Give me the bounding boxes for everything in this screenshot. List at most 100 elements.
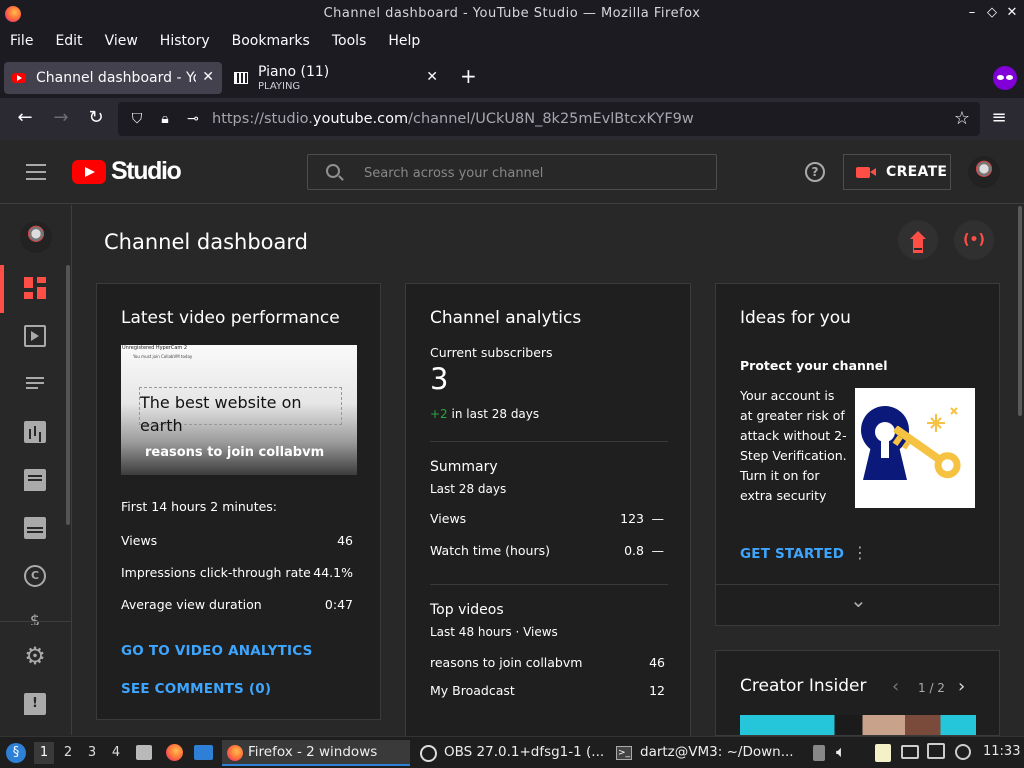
feedback-icon[interactable]: ! — [24, 693, 46, 715]
forward-button[interactable]: → — [50, 108, 72, 128]
notifications-icon[interactable] — [927, 743, 945, 759]
workspace-1[interactable]: 1 — [34, 742, 54, 764]
go-to-video-analytics-link[interactable]: GO TO VIDEO ANALYTICS — [121, 643, 313, 659]
subtitles-icon[interactable] — [24, 517, 46, 539]
youtube-logo-icon[interactable] — [72, 160, 106, 184]
desktop-icon[interactable] — [194, 745, 213, 760]
channel-avatar[interactable] — [20, 221, 52, 253]
tab-title: Piano (11) — [258, 63, 330, 80]
top-video-title[interactable]: reasons to join collabvm — [430, 655, 582, 670]
lock-icon[interactable]: 🔒︎ — [156, 111, 174, 127]
menu-view[interactable]: View — [105, 33, 138, 49]
app-menu-button[interactable]: ≡ — [988, 108, 1010, 128]
menu-history[interactable]: History — [160, 33, 210, 49]
top-videos-period: Last 48 hours · Views — [430, 625, 558, 639]
reload-button[interactable]: ↻ — [85, 108, 107, 128]
subscribers-change: +2 in last 28 days — [430, 407, 540, 421]
create-button[interactable]: CREATE — [843, 154, 951, 190]
card-title: Creator Insider — [740, 676, 867, 696]
top-video-views: 46 — [649, 655, 665, 670]
close-window-button[interactable]: ✕ — [1004, 5, 1020, 20]
tab-piano[interactable]: Piano (11) PLAYING ✕ — [226, 62, 446, 94]
next-page-icon[interactable]: › — [958, 676, 965, 697]
file-manager-icon[interactable] — [136, 745, 152, 760]
start-menu-icon[interactable]: § — [6, 743, 26, 763]
playlists-icon[interactable] — [24, 373, 46, 395]
see-comments-link[interactable]: SEE COMMENTS (0) — [121, 681, 271, 697]
workspace-3[interactable]: 3 — [82, 742, 102, 764]
comments-icon[interactable] — [24, 469, 46, 491]
workspace-2[interactable]: 2 — [58, 742, 78, 764]
navigation-toolbar: ← → ↻ ⛉ 🔒︎ ⊸ https://studio.youtube.com/… — [0, 98, 1024, 140]
firefox-launcher-icon[interactable] — [166, 744, 183, 761]
page-title: Channel dashboard — [104, 230, 308, 254]
insider-video-thumbnail[interactable] — [740, 715, 976, 735]
page-scrollbar[interactable] — [1018, 206, 1022, 416]
firefox-icon — [227, 745, 243, 761]
card-title: Ideas for you — [740, 308, 851, 328]
hamburger-menu-icon[interactable] — [26, 164, 46, 180]
tab-title: Channel dashboard - YouTube Studio — [36, 70, 196, 86]
settings-gear-icon[interactable]: ⚙ — [24, 644, 46, 668]
close-tab-button[interactable]: ✕ — [426, 69, 438, 85]
taskbar-item-obs[interactable]: OBS 27.0.1+dfsg1-1 (... — [420, 740, 606, 766]
display-icon[interactable] — [901, 745, 919, 759]
go-live-icon[interactable]: (•) — [954, 220, 994, 260]
expand-chevron-icon[interactable]: ⌄ — [850, 588, 867, 612]
youtube-favicon-icon — [12, 73, 26, 83]
studio-header: Studio ? CREATE — [0, 140, 1024, 204]
dashboard-icon[interactable] — [24, 277, 46, 299]
back-button[interactable]: ← — [14, 108, 36, 128]
copyright-icon[interactable]: C — [24, 565, 46, 587]
battery-icon[interactable] — [813, 745, 825, 761]
top-video-views: 12 — [649, 683, 665, 698]
thumb-caption: reasons to join collabvm — [145, 445, 325, 460]
tab-channel-dashboard[interactable]: Channel dashboard - YouTube Studio ✕ — [4, 62, 222, 94]
taskbar-item-terminal[interactable]: >_ dartz@VM3: ~/Down... — [616, 740, 802, 766]
latest-video-card: Latest video performance Unregistered Hy… — [96, 283, 381, 720]
new-tab-button[interactable]: + — [460, 64, 477, 88]
account-avatar[interactable] — [968, 156, 1000, 188]
menu-bookmarks[interactable]: Bookmarks — [232, 33, 310, 49]
prev-page-icon[interactable]: ‹ — [892, 676, 899, 697]
stat-value: 46 — [337, 533, 353, 548]
monetization-icon[interactable]: $ — [24, 611, 46, 625]
menu-file[interactable]: File — [10, 33, 33, 49]
nav-scrollbar[interactable] — [66, 265, 70, 525]
bookmark-star-icon[interactable]: ☆ — [954, 108, 970, 129]
studio-wordmark[interactable]: Studio — [111, 157, 182, 186]
more-options-icon[interactable]: ⋮ — [852, 543, 868, 562]
stat-value: 44.1% — [313, 565, 353, 580]
network-icon[interactable] — [955, 744, 971, 760]
search-input[interactable] — [364, 163, 704, 183]
top-video-title[interactable]: My Broadcast — [430, 683, 515, 698]
get-started-button[interactable]: GET STARTED — [740, 546, 844, 562]
menu-help[interactable]: Help — [388, 33, 420, 49]
volume-icon[interactable]: 🔈︎ — [836, 742, 846, 762]
upload-icon[interactable] — [898, 220, 938, 260]
close-tab-button[interactable]: ✕ — [202, 69, 214, 85]
maximize-button[interactable]: ◇ — [984, 5, 1000, 20]
video-thumbnail[interactable]: Unregistered HyperCam 2 You must join Co… — [121, 345, 357, 475]
content-icon[interactable] — [24, 325, 46, 347]
stat-value: 0:47 — [324, 597, 353, 612]
piano-favicon-icon — [234, 72, 248, 84]
menu-edit[interactable]: Edit — [55, 33, 82, 49]
workspace-4[interactable]: 4 — [106, 742, 126, 764]
channel-search[interactable] — [307, 154, 717, 190]
analytics-icon[interactable] — [24, 421, 46, 443]
clock[interactable]: 11:33 — [983, 744, 1020, 759]
menu-tools[interactable]: Tools — [332, 33, 367, 49]
help-icon[interactable]: ? — [805, 162, 825, 182]
permissions-icon[interactable]: ⊸ — [184, 111, 202, 127]
tracking-shield-icon[interactable]: ⛉ — [128, 111, 146, 127]
top-videos-title: Top videos — [430, 602, 504, 618]
left-navigation: C $ ⚙ ! — [0, 205, 72, 735]
ideas-card: Ideas for you Protect your channel Your … — [715, 283, 1000, 626]
address-bar[interactable]: ⛉ 🔒︎ ⊸ https://studio.youtube.com/channe… — [118, 102, 980, 136]
clipboard-icon[interactable] — [875, 744, 891, 762]
taskbar-item-firefox[interactable]: Firefox - 2 windows — [222, 740, 410, 766]
minimize-button[interactable]: – — [964, 5, 980, 20]
url-text[interactable]: https://studio.youtube.com/channel/UCkU8… — [212, 111, 694, 127]
subscribers-count: 3 — [430, 362, 449, 396]
